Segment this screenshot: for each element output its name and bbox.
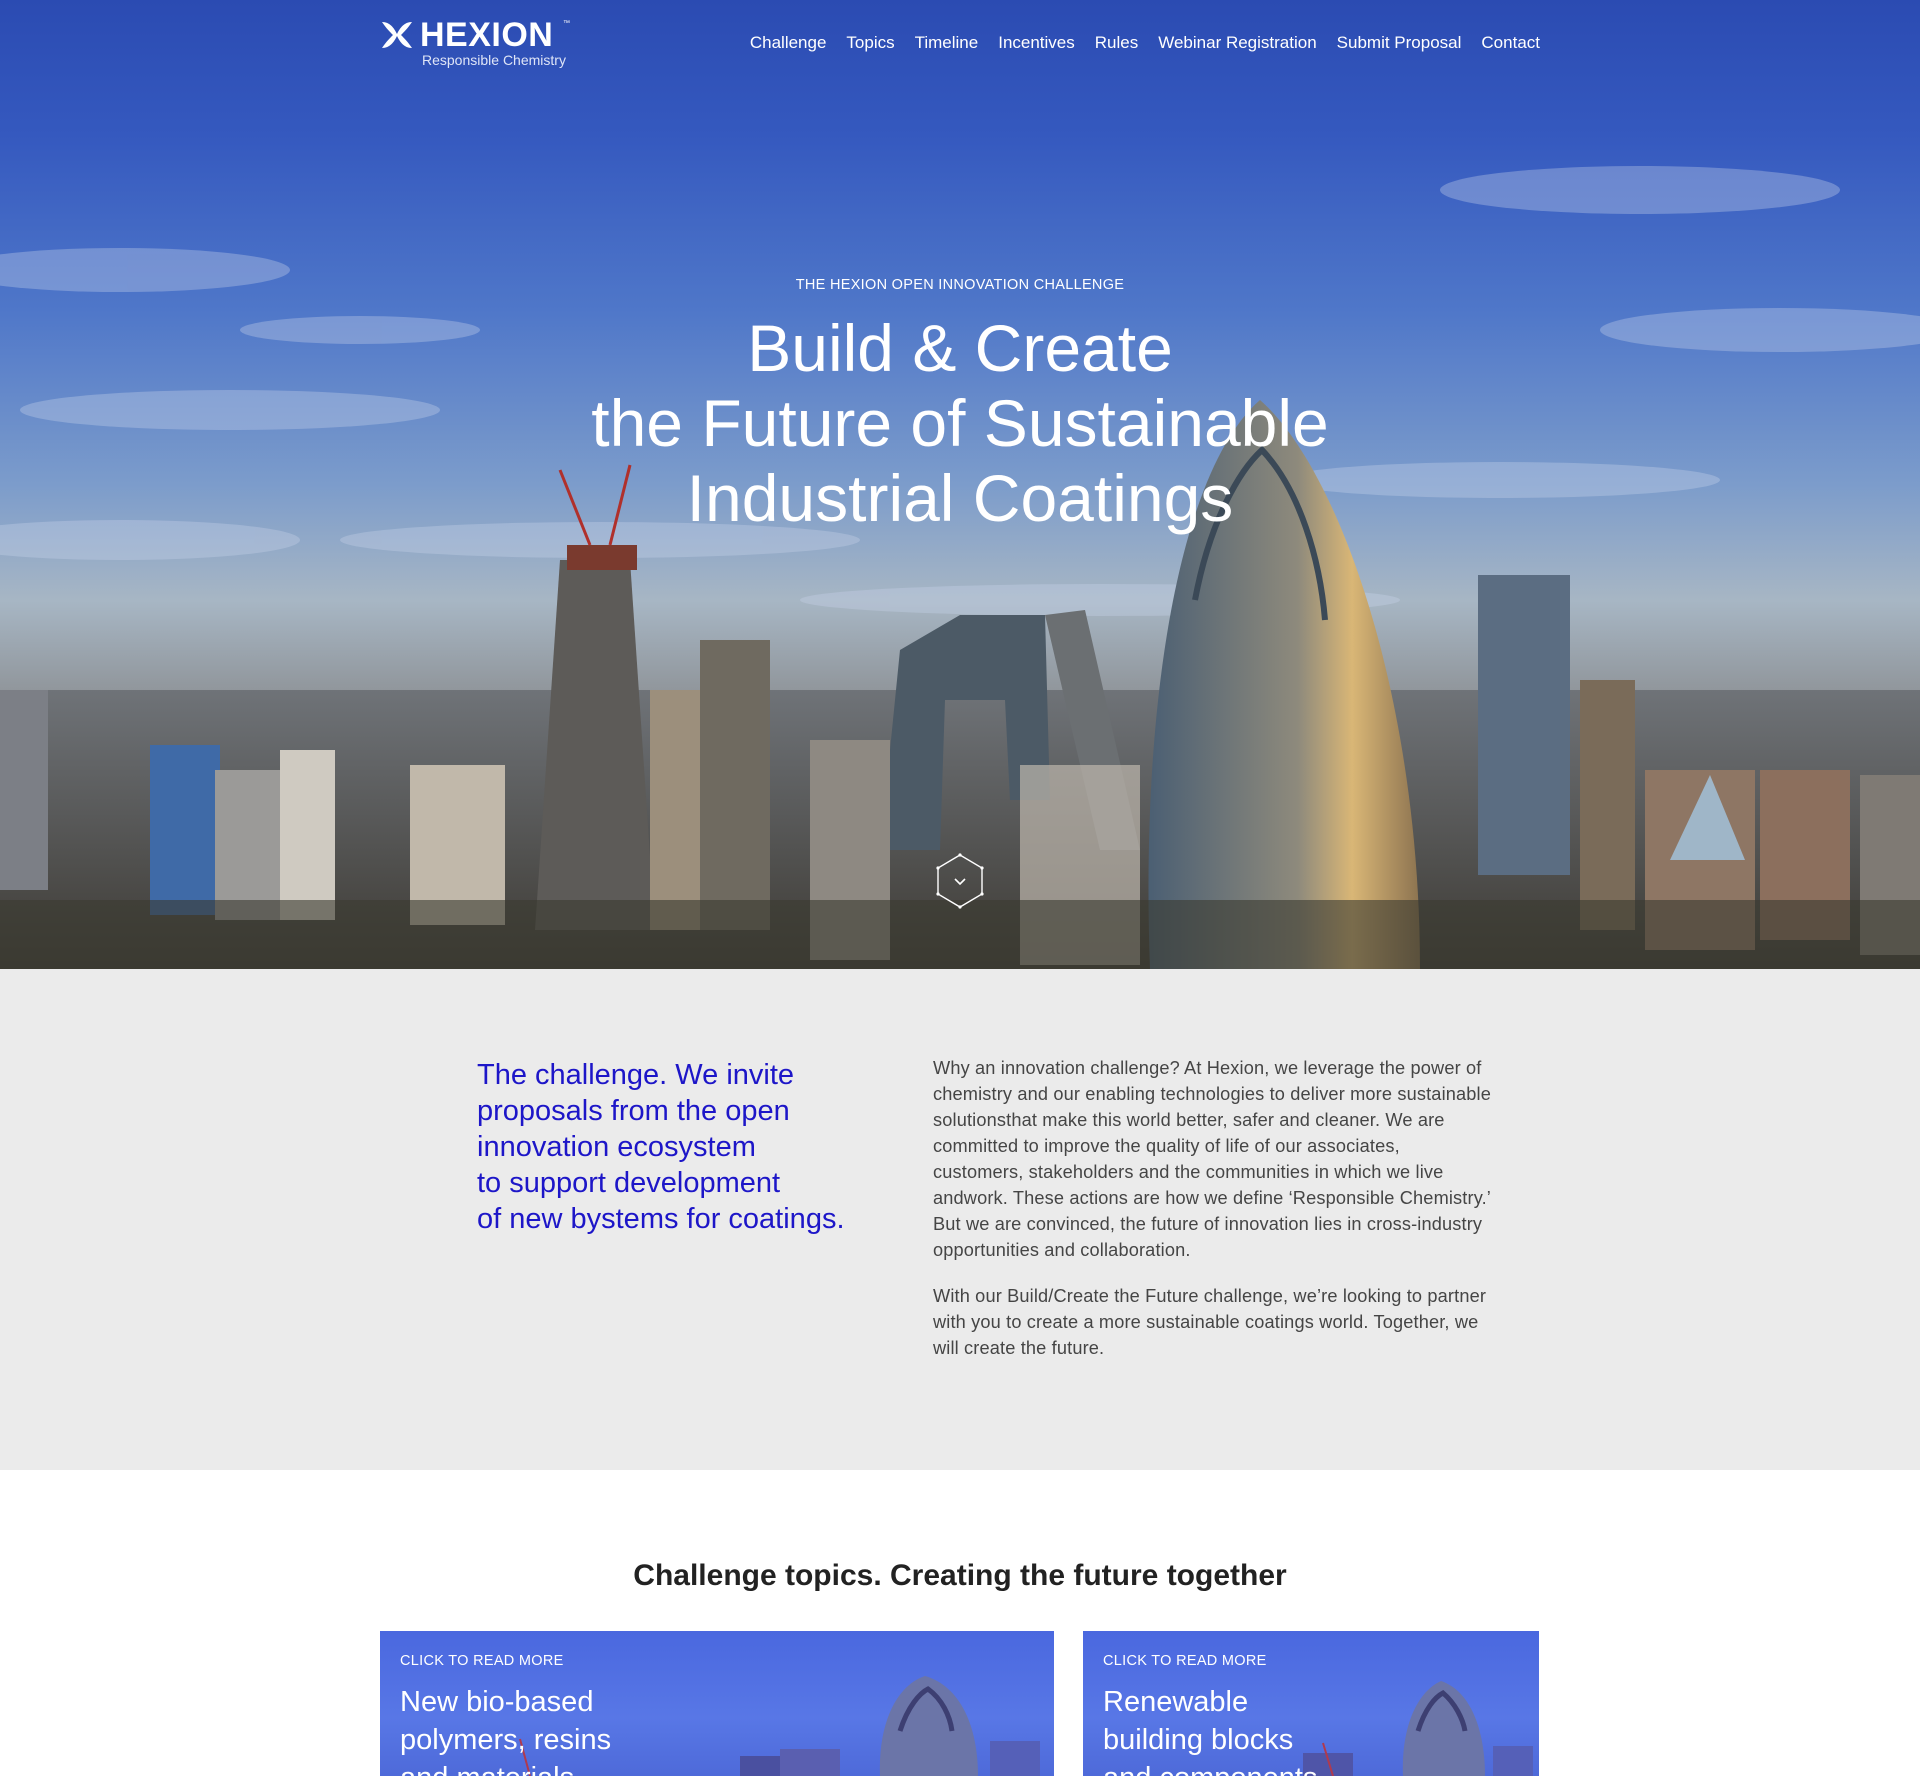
challenge-description: Why an innovation challenge? At Hexion, … xyxy=(933,1055,1493,1361)
hero-title-line: the Future of Sustainable xyxy=(591,386,1329,460)
nav-item-incentives[interactable]: Incentives xyxy=(978,32,1075,54)
hero-title-line: Industrial Coatings xyxy=(686,461,1234,535)
card-title-line: and components xyxy=(1103,1759,1403,1776)
brand-name: HEXION xyxy=(420,16,554,54)
card-title-line: New bio-based xyxy=(400,1686,594,1718)
lead-line: innovation ecosystem xyxy=(477,1131,756,1163)
challenge-lead-statement: The challenge. We invite proposals from … xyxy=(477,1057,897,1237)
nav-item-contact[interactable]: Contact xyxy=(1461,32,1540,54)
scroll-down-hexagon-icon[interactable] xyxy=(935,853,985,909)
lead-line: proposals from the open xyxy=(477,1095,790,1127)
nav-item-topics[interactable]: Topics xyxy=(826,32,894,54)
card-title-line: Renewable xyxy=(1103,1686,1249,1718)
nav-item-timeline[interactable]: Timeline xyxy=(895,32,979,54)
intro-paragraph: Why an innovation challenge? At Hexion, … xyxy=(933,1058,1492,1260)
topic-card-renewable-building-blocks[interactable]: CLICK TO READ MORE Renewable building bl… xyxy=(1083,1631,1539,1776)
card-title: New bio-based polymers, resins and mater… xyxy=(400,1683,700,1776)
card-kicker: CLICK TO READ MORE xyxy=(400,1653,564,1669)
nav-item-challenge[interactable]: Challenge xyxy=(730,32,827,54)
card-title-line: and materials xyxy=(400,1759,700,1776)
topics-section-title: Challenge topics. Creating the future to… xyxy=(633,1559,1287,1592)
nav-item-submit-proposal[interactable]: Submit Proposal xyxy=(1317,32,1462,54)
hero-kicker: THE HEXION OPEN INNOVATION CHALLENGE xyxy=(795,277,1125,293)
topic-card-bio-based-polymers[interactable]: CLICK TO READ MORE New bio-based polymer… xyxy=(380,1631,1054,1776)
hero-section: HEXION ™ Responsible Chemistry Challenge… xyxy=(0,0,1920,969)
hero-title-line: Build & Create xyxy=(747,311,1173,385)
hexion-mark-icon xyxy=(382,22,412,48)
hexion-logo[interactable]: HEXION ™ Responsible Chemistry xyxy=(380,18,570,70)
main-navigation: Challenge Topics Timeline Incentives Rul… xyxy=(730,32,1540,54)
card-title-line: polymers, resins xyxy=(400,1724,612,1756)
lead-line: of new bystems for coatings. xyxy=(477,1203,845,1235)
hero-title: Build & Create the Future of Sustainable… xyxy=(0,311,1920,536)
nav-item-webinar-registration[interactable]: Webinar Registration xyxy=(1138,32,1316,54)
brand-tagline: Responsible Chemistry xyxy=(422,52,566,68)
lead-line: to support development xyxy=(477,1167,781,1199)
card-title: Renewable building blocks and components xyxy=(1103,1683,1403,1776)
challenge-intro-section: The challenge. We invite proposals from … xyxy=(0,969,1920,1470)
intro-paragraph: With our Build/Create the Future challen… xyxy=(933,1286,1487,1358)
card-kicker: CLICK TO READ MORE xyxy=(1103,1653,1267,1669)
trademark-symbol: ™ xyxy=(563,20,570,27)
lead-line: The challenge. We invite xyxy=(477,1059,795,1091)
nav-item-rules[interactable]: Rules xyxy=(1075,32,1138,54)
card-title-line: building blocks xyxy=(1103,1724,1294,1756)
